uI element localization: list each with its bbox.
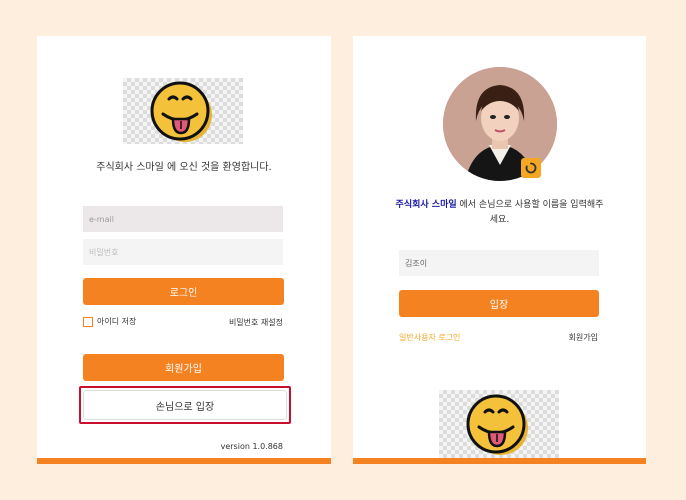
login-button[interactable]: 로그인 bbox=[83, 278, 284, 305]
guest-name-instruction: 에서 손님으로 사용할 이름을 입력해주세요. bbox=[456, 200, 604, 225]
guest-entry-button[interactable]: 손님으로 입장 bbox=[83, 390, 287, 420]
welcome-text: 주식회사 스마일 에 오신 것을 환영합니다. bbox=[96, 162, 272, 173]
bottom-accent-bar bbox=[37, 458, 331, 464]
smiley-tongue-icon bbox=[150, 81, 212, 142]
signup-button[interactable]: 회원가입 bbox=[83, 354, 284, 381]
bottom-accent-bar bbox=[353, 458, 646, 464]
bottom-logo-image bbox=[439, 390, 559, 458]
guest-name-input[interactable]: 김조이 bbox=[399, 250, 599, 276]
email-field[interactable]: e-mail bbox=[83, 206, 283, 232]
login-panel: 주식회사 스마일 에 오신 것을 환영합니다. e-mail 비밀번호 로그인 … bbox=[37, 36, 331, 464]
guest-name-panel: 주식회사 스마일 에서 손님으로 사용할 이름을 입력해주세요. 김조이 입장 … bbox=[353, 36, 646, 464]
remember-label: 아이디 저장 bbox=[97, 317, 137, 326]
signup-link[interactable]: 회원가입 bbox=[569, 332, 598, 343]
enter-button[interactable]: 입장 bbox=[399, 290, 599, 317]
company-name: 주식회사 스마일 bbox=[395, 200, 457, 210]
normal-login-link[interactable]: 일반사용자 로그인 bbox=[399, 332, 460, 343]
password-field[interactable]: 비밀번호 bbox=[83, 239, 283, 265]
remember-id[interactable]: 아이디 저장 bbox=[83, 316, 136, 327]
loading-badge-icon bbox=[521, 158, 541, 178]
guest-name-message: 주식회사 스마일 에서 손님으로 사용할 이름을 입력해주세요. bbox=[393, 198, 606, 228]
logo-image bbox=[123, 78, 243, 144]
smiley-tongue-icon bbox=[466, 394, 528, 455]
remember-checkbox[interactable] bbox=[83, 316, 93, 327]
version-label: version 1.0.868 bbox=[220, 442, 283, 451]
reset-password-link[interactable]: 비밀번호 재설정 bbox=[229, 317, 283, 328]
